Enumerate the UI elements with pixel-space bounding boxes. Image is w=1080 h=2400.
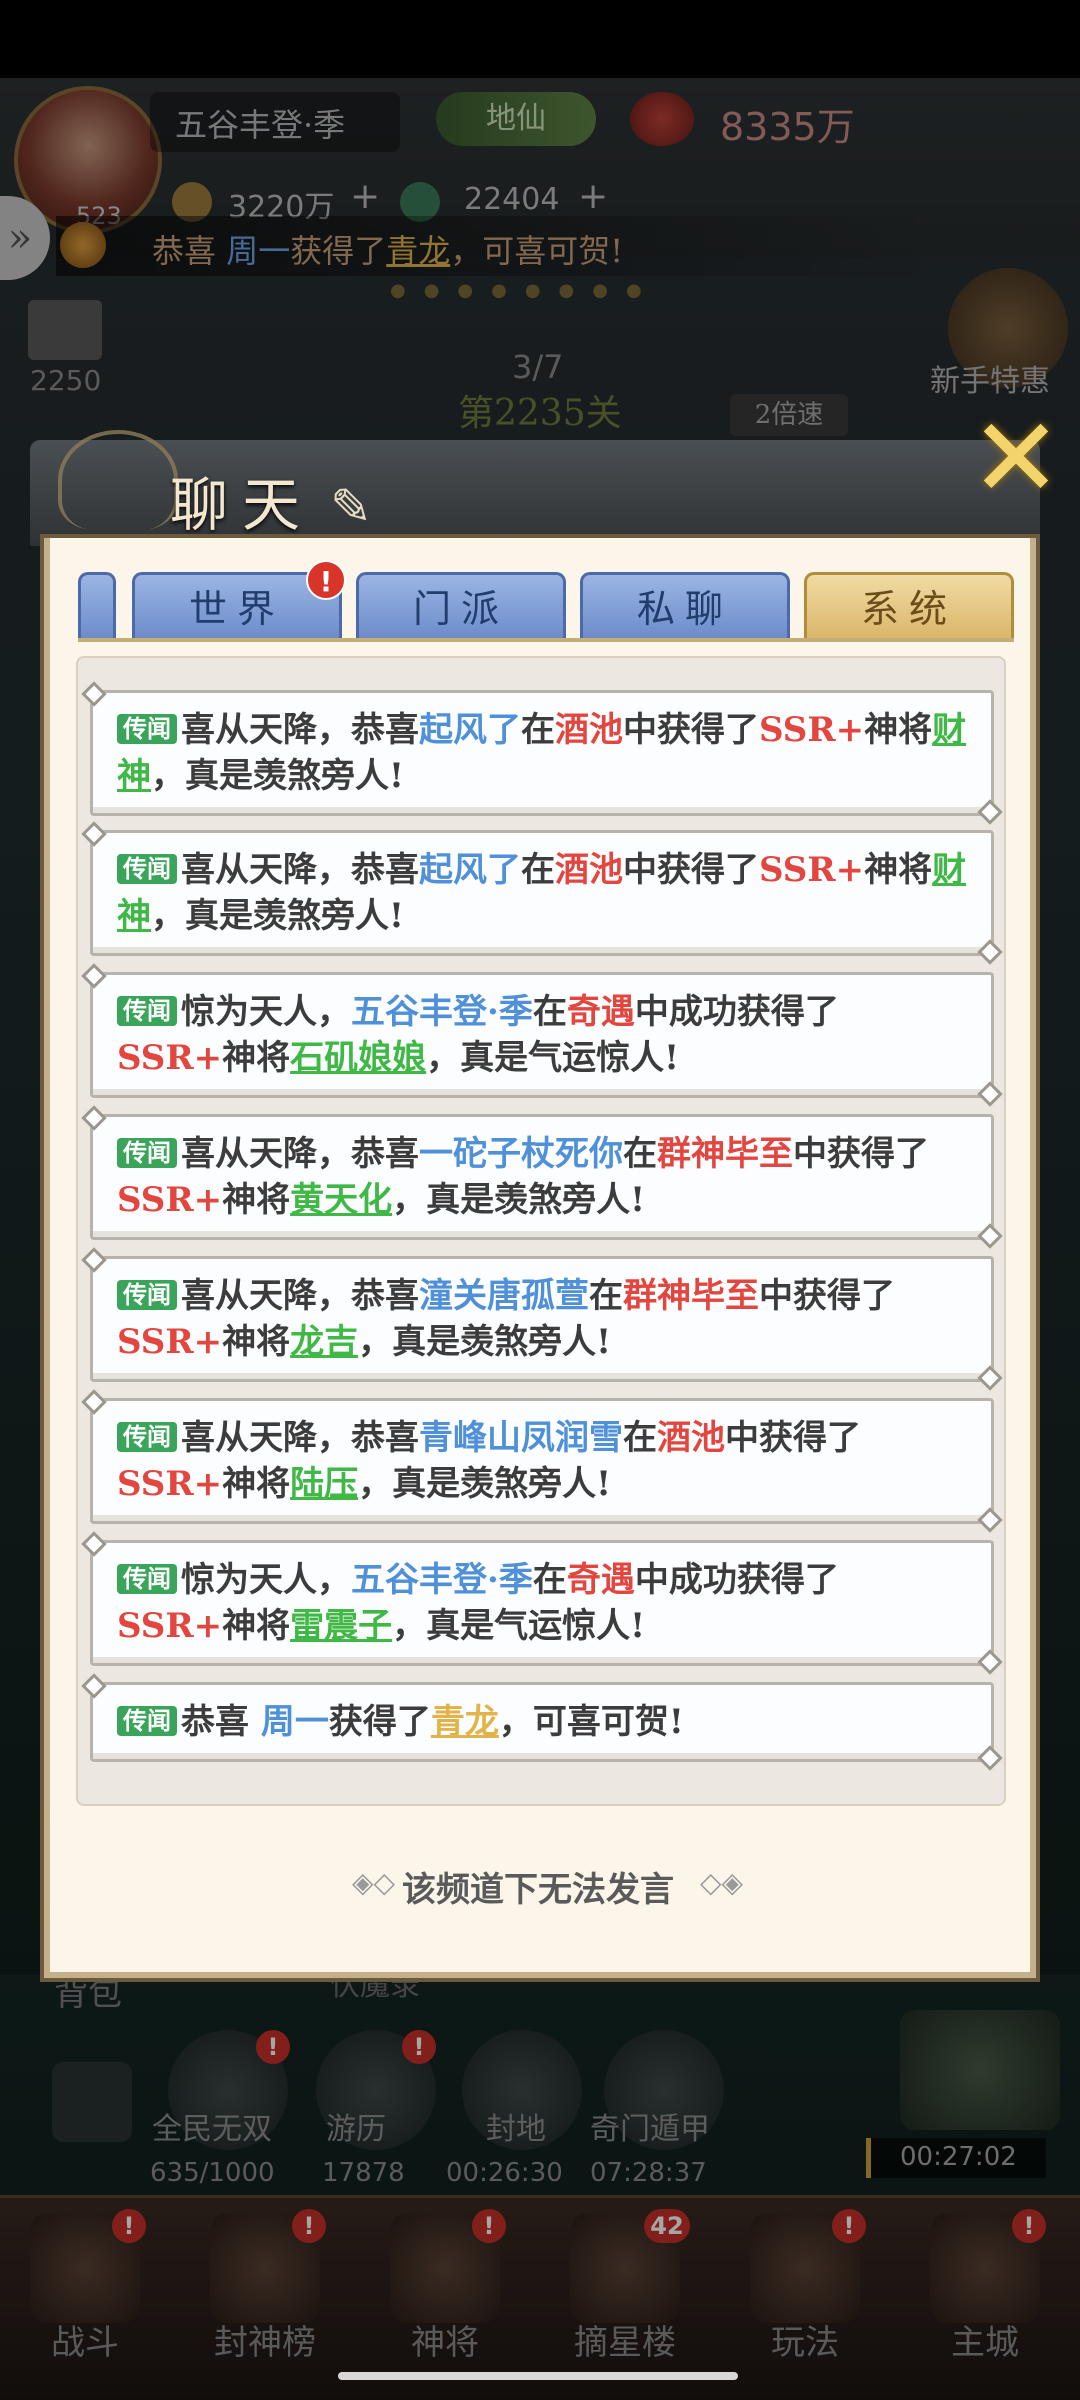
message-item-link[interactable]: 青龙 <box>431 1702 499 1742</box>
system-message: 传闻 惊为天人，五谷丰登·季在奇遇中成功获得了SSR+神将石矶娘娘，真是气运惊人! <box>90 972 994 1098</box>
rumor-tag: 传闻 <box>117 1138 177 1168</box>
status-bar <box>0 0 1080 78</box>
system-message: 传闻 喜从天降，恭喜起风了在酒池中获得了SSR+神将财神，真是羡煞旁人! <box>90 690 994 816</box>
rumor-tag: 传闻 <box>117 854 177 884</box>
diamond-ornament-icon: ◇◈ <box>700 1866 744 1899</box>
message-source: 奇遇 <box>566 1560 635 1600</box>
system-message: 传闻 喜从天降，恭喜起风了在酒池中获得了SSR+神将财神，真是羡煞旁人! <box>90 830 994 956</box>
system-message: 传闻 恭喜 周一获得了青龙，可喜可贺! <box>90 1682 994 1762</box>
message-player[interactable]: 起风了 <box>419 850 521 890</box>
message-hero-link[interactable]: 黄天化 <box>290 1180 392 1220</box>
rumor-tag: 传闻 <box>117 996 177 1026</box>
message-hero-link[interactable]: 石矶娘娘 <box>290 1038 426 1078</box>
tab-partial[interactable] <box>78 572 116 640</box>
message-source: 酒池 <box>657 1418 725 1458</box>
tab-alert-badge: ! <box>306 560 346 600</box>
tab-sect[interactable]: 门派 <box>356 572 566 640</box>
tabs-underline <box>78 638 1014 642</box>
system-message: 传闻 喜从天降，恭喜青峰山凤润雪在酒池中获得了SSR+神将陆压，真是羡煞旁人! <box>90 1398 994 1524</box>
message-rarity: SSR+ <box>117 1180 223 1220</box>
message-rarity: SSR+ <box>117 1322 223 1362</box>
title-ornament <box>58 430 178 530</box>
message-rarity: SSR+ <box>759 850 865 890</box>
chat-title: 聊天 <box>170 471 315 539</box>
message-source: 群神毕至 <box>657 1134 793 1174</box>
no-speak-notice: 该频道下无法发言 <box>402 1870 674 1910</box>
rumor-tag: 传闻 <box>117 1280 177 1310</box>
rumor-tag: 传闻 <box>117 1564 177 1594</box>
message-hero-link[interactable]: 龙吉 <box>290 1322 358 1362</box>
tab-private[interactable]: 私聊 <box>580 572 790 640</box>
message-hero-link[interactable]: 陆压 <box>290 1464 358 1504</box>
system-message: 传闻 喜从天降，恭喜一砣子杖死你在群神毕至中获得了SSR+神将黄天化，真是羡煞旁人… <box>90 1114 994 1240</box>
rumor-tag: 传闻 <box>117 1706 177 1736</box>
close-button[interactable]: ✕ <box>966 403 1066 513</box>
message-player[interactable]: 青峰山凤润雪 <box>419 1418 623 1458</box>
rumor-tag: 传闻 <box>117 714 177 744</box>
message-rarity: SSR+ <box>759 710 865 750</box>
message-player[interactable]: 五谷丰登·季 <box>351 992 533 1032</box>
message-player[interactable]: 起风了 <box>419 710 521 750</box>
message-player[interactable]: 周一 <box>261 1702 329 1742</box>
message-rarity: SSR+ <box>117 1038 223 1078</box>
message-source: 酒池 <box>555 710 623 750</box>
tab-system[interactable]: 系统 <box>804 572 1014 640</box>
system-message: 传闻 喜从天降，恭喜潼关唐孤萱在群神毕至中获得了SSR+神将龙吉，真是羡煞旁人! <box>90 1256 994 1382</box>
message-rarity: SSR+ <box>117 1464 223 1504</box>
diamond-ornament-icon: ◈◇ <box>352 1866 396 1899</box>
system-message: 传闻 惊为天人，五谷丰登·季在奇遇中成功获得了SSR+神将雷震子，真是气运惊人! <box>90 1540 994 1666</box>
message-source: 群神毕至 <box>623 1276 759 1316</box>
message-source: 奇遇 <box>566 992 635 1032</box>
message-rarity: SSR+ <box>117 1606 223 1646</box>
rumor-tag: 传闻 <box>117 1422 177 1452</box>
home-indicator[interactable] <box>338 2372 738 2380</box>
brush-icon: ✎ <box>330 478 372 536</box>
message-player[interactable]: 五谷丰登·季 <box>351 1560 533 1600</box>
message-hero-link[interactable]: 雷震子 <box>290 1606 392 1646</box>
message-source: 酒池 <box>555 850 623 890</box>
message-player[interactable]: 一砣子杖死你 <box>419 1134 623 1174</box>
message-player[interactable]: 潼关唐孤萱 <box>419 1276 589 1316</box>
